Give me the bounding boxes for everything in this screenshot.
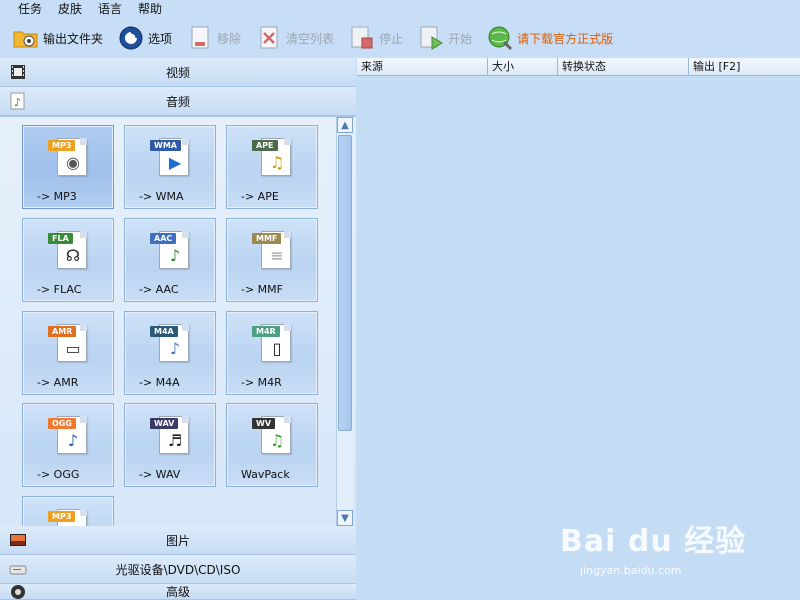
format-glyph-icon: ▶ bbox=[168, 153, 182, 172]
format-tile-label: -> M4R bbox=[241, 376, 282, 389]
remove-button[interactable]: 移除 bbox=[186, 22, 241, 54]
format-tile-label: -> WAV bbox=[139, 468, 181, 481]
format-tag: AAC bbox=[150, 233, 177, 244]
format-glyph-icon: ▭ bbox=[65, 339, 81, 358]
category-panel: 视频 ♪ 音频 MP3 ◉ -> MP3 WMA ▶ -> WMA APE ♫ -> APE FL… bbox=[0, 58, 356, 600]
options-icon bbox=[117, 24, 145, 52]
start-button[interactable]: 开始 bbox=[417, 22, 472, 54]
menu-task[interactable]: 任务 bbox=[10, 0, 50, 18]
format-tag: AMR bbox=[48, 326, 77, 337]
category-rom-device[interactable]: 光驱设备\DVD\CD\ISO bbox=[0, 555, 356, 584]
format-tile[interactable]: FLA ☊ -> FLAC bbox=[22, 218, 114, 302]
format-tag: MMF bbox=[252, 233, 282, 244]
format-tile[interactable]: M4R ▯ -> M4R bbox=[226, 311, 318, 395]
format-tile-label: -> MP3 bbox=[37, 190, 77, 203]
format-tile[interactable]: M4A ♪ -> M4A bbox=[124, 311, 216, 395]
format-tile[interactable]: MP3 ◉ -> MP3 bbox=[22, 125, 114, 209]
format-tile-label: -> OGG bbox=[37, 468, 80, 481]
column-output[interactable]: 输出 [F2] bbox=[689, 58, 800, 76]
format-tag: WV bbox=[252, 418, 276, 429]
format-tag: OGG bbox=[48, 418, 76, 429]
format-tag: MP3 bbox=[48, 511, 76, 522]
format-tile[interactable]: MP3 bbox=[22, 496, 114, 526]
file-list-header: 来源 大小 转换状态 输出 [F2] bbox=[357, 58, 800, 76]
audio-format-grid: MP3 ◉ -> MP3 WMA ▶ -> WMA APE ♫ -> APE FLA ☊ -> FLA… bbox=[0, 116, 356, 526]
watermark-brand: Bai du 经验 bbox=[560, 524, 747, 559]
format-tag: FLA bbox=[48, 233, 73, 244]
scroll-down-icon[interactable]: ▼ bbox=[337, 510, 353, 526]
format-glyph-icon: ♫ bbox=[269, 431, 285, 450]
format-tile[interactable]: WV ♫ WavPack bbox=[226, 403, 318, 487]
music-note-icon: ♪ bbox=[9, 92, 27, 110]
format-tile-label: -> APE bbox=[241, 190, 279, 203]
format-tag: APE bbox=[252, 140, 278, 151]
film-icon bbox=[9, 63, 27, 81]
menu-language[interactable]: 语言 bbox=[90, 0, 130, 18]
category-audio[interactable]: ♪ 音频 bbox=[0, 87, 356, 116]
format-tile[interactable]: APE ♫ -> APE bbox=[226, 125, 318, 209]
format-glyph-icon: ♪ bbox=[169, 339, 181, 358]
toolbar: 输出文件夹 选项 移除 清空列表 停止 开始 请下载官方正式版 bbox=[0, 18, 800, 58]
stop-button[interactable]: 停止 bbox=[348, 22, 403, 54]
scroll-up-icon[interactable]: ▲ bbox=[337, 117, 353, 133]
scroll-thumb[interactable] bbox=[338, 135, 352, 431]
watermark-url: jingyan.baidu.com bbox=[580, 564, 682, 577]
download-official-button[interactable]: 请下载官方正式版 bbox=[486, 22, 613, 54]
format-tile-label: -> MMF bbox=[241, 283, 283, 296]
format-tile[interactable]: WAV ♬ -> WAV bbox=[124, 403, 216, 487]
svg-text:♪: ♪ bbox=[14, 96, 21, 109]
clear-list-icon bbox=[255, 24, 283, 52]
remove-icon bbox=[186, 24, 214, 52]
menu-skin[interactable]: 皮肤 bbox=[50, 0, 90, 18]
start-icon bbox=[417, 24, 445, 52]
output-folder-button[interactable]: 输出文件夹 bbox=[12, 22, 103, 54]
format-tile-label: -> AAC bbox=[139, 283, 179, 296]
folder-icon bbox=[12, 24, 40, 52]
format-tile[interactable]: AAC ♪ -> AAC bbox=[124, 218, 216, 302]
format-glyph-icon: ▯ bbox=[272, 339, 282, 358]
format-tile[interactable]: WMA ▶ -> WMA bbox=[124, 125, 216, 209]
format-tile-label: -> AMR bbox=[37, 376, 79, 389]
format-tile[interactable]: MMF ≡ -> MMF bbox=[226, 218, 318, 302]
category-picture[interactable]: 图片 bbox=[0, 526, 356, 555]
format-tile-label: -> M4A bbox=[139, 376, 180, 389]
format-glyph-icon: ◉ bbox=[66, 153, 80, 172]
format-glyph-icon: ≡ bbox=[270, 246, 284, 265]
column-source[interactable]: 来源 bbox=[357, 58, 488, 76]
format-glyph-icon: ♬ bbox=[167, 431, 183, 450]
options-button[interactable]: 选项 bbox=[117, 22, 172, 54]
clear-list-button[interactable]: 清空列表 bbox=[255, 22, 334, 54]
format-tag: M4R bbox=[252, 326, 280, 337]
drive-icon bbox=[9, 560, 27, 578]
stop-icon bbox=[348, 24, 376, 52]
format-tag: M4A bbox=[150, 326, 178, 337]
format-tile[interactable]: OGG ♪ -> OGG bbox=[22, 403, 114, 487]
format-tag: WMA bbox=[150, 140, 181, 151]
format-grid-scrollbar[interactable]: ▲ ▼ bbox=[336, 117, 353, 526]
format-glyph-icon: ♫ bbox=[269, 153, 285, 172]
category-video[interactable]: 视频 bbox=[0, 58, 356, 87]
format-tag: MP3 bbox=[48, 140, 76, 151]
column-convert-status[interactable]: 转换状态 bbox=[558, 58, 689, 76]
format-tile-label: -> WMA bbox=[139, 190, 184, 203]
format-glyph-icon: ☊ bbox=[65, 246, 81, 265]
format-tile-label: -> FLAC bbox=[37, 283, 82, 296]
category-advanced[interactable]: 高级 bbox=[0, 584, 356, 600]
globe-icon bbox=[486, 24, 514, 52]
column-size[interactable]: 大小 bbox=[488, 58, 558, 76]
picture-icon bbox=[9, 531, 27, 549]
baidu-jingyan-watermark: Bai du 经验 jingyan.baidu.com bbox=[560, 512, 760, 582]
format-tile[interactable]: AMR ▭ -> AMR bbox=[22, 311, 114, 395]
format-tag: WAV bbox=[150, 418, 179, 429]
format-tile-label: WavPack bbox=[241, 468, 290, 481]
menu-help[interactable]: 帮助 bbox=[130, 0, 170, 18]
menu-bar: 任务 皮肤 语言 帮助 bbox=[0, 0, 800, 18]
format-glyph-icon: ♪ bbox=[169, 246, 181, 265]
format-glyph-icon: ♪ bbox=[67, 431, 79, 450]
gear-icon bbox=[9, 584, 27, 599]
